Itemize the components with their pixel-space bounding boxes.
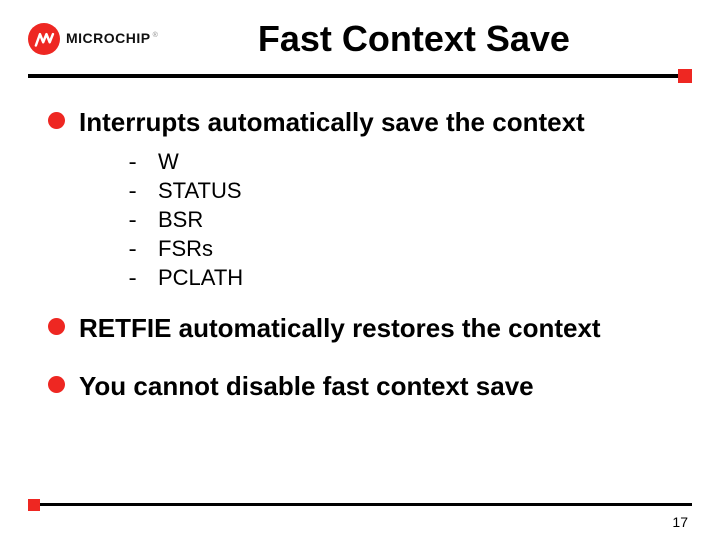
sub-text: PCLATH — [158, 265, 243, 291]
logo: MICROCHIP® — [28, 23, 158, 55]
sub-item: - STATUS — [126, 178, 692, 205]
sub-text: STATUS — [158, 178, 242, 204]
registered-mark: ® — [153, 32, 158, 39]
logo-text: MICROCHIP® — [66, 30, 158, 48]
slide: MICROCHIP® Fast Context Save Interrupts … — [0, 0, 720, 540]
page-number: 17 — [672, 514, 688, 530]
bullet-text: You cannot disable fast context save — [79, 370, 534, 403]
sub-text: W — [158, 149, 179, 175]
sublist: - W - STATUS - BSR - FSRs - PCLATH — [48, 145, 692, 312]
sub-text: FSRs — [158, 236, 213, 262]
bullet-item: Interrupts automatically save the contex… — [48, 106, 692, 139]
footer-rule — [28, 503, 692, 506]
header: MICROCHIP® Fast Context Save — [28, 18, 692, 60]
bullet-icon — [48, 318, 65, 335]
sub-item: - BSR — [126, 207, 692, 234]
content: Interrupts automatically save the contex… — [28, 78, 692, 403]
bullet-item: You cannot disable fast context save — [48, 370, 692, 403]
dash-icon: - — [126, 180, 140, 205]
sub-item: - FSRs — [126, 236, 692, 263]
bullet-text: RETFIE automatically restores the contex… — [79, 312, 601, 345]
bullet-text: Interrupts automatically save the contex… — [79, 106, 585, 139]
microchip-logo-icon — [28, 23, 60, 55]
brand-name: MICROCHIP — [66, 30, 151, 46]
sub-text: BSR — [158, 207, 203, 233]
dash-icon: - — [126, 151, 140, 176]
dash-icon: - — [126, 238, 140, 263]
header-rule — [28, 74, 692, 78]
dash-icon: - — [126, 209, 140, 234]
bullet-icon — [48, 112, 65, 129]
dash-icon: - — [126, 267, 140, 292]
sub-item: - W — [126, 149, 692, 176]
slide-title: Fast Context Save — [176, 18, 692, 60]
bullet-item: RETFIE automatically restores the contex… — [48, 312, 692, 345]
sub-item: - PCLATH — [126, 265, 692, 292]
bullet-icon — [48, 376, 65, 393]
